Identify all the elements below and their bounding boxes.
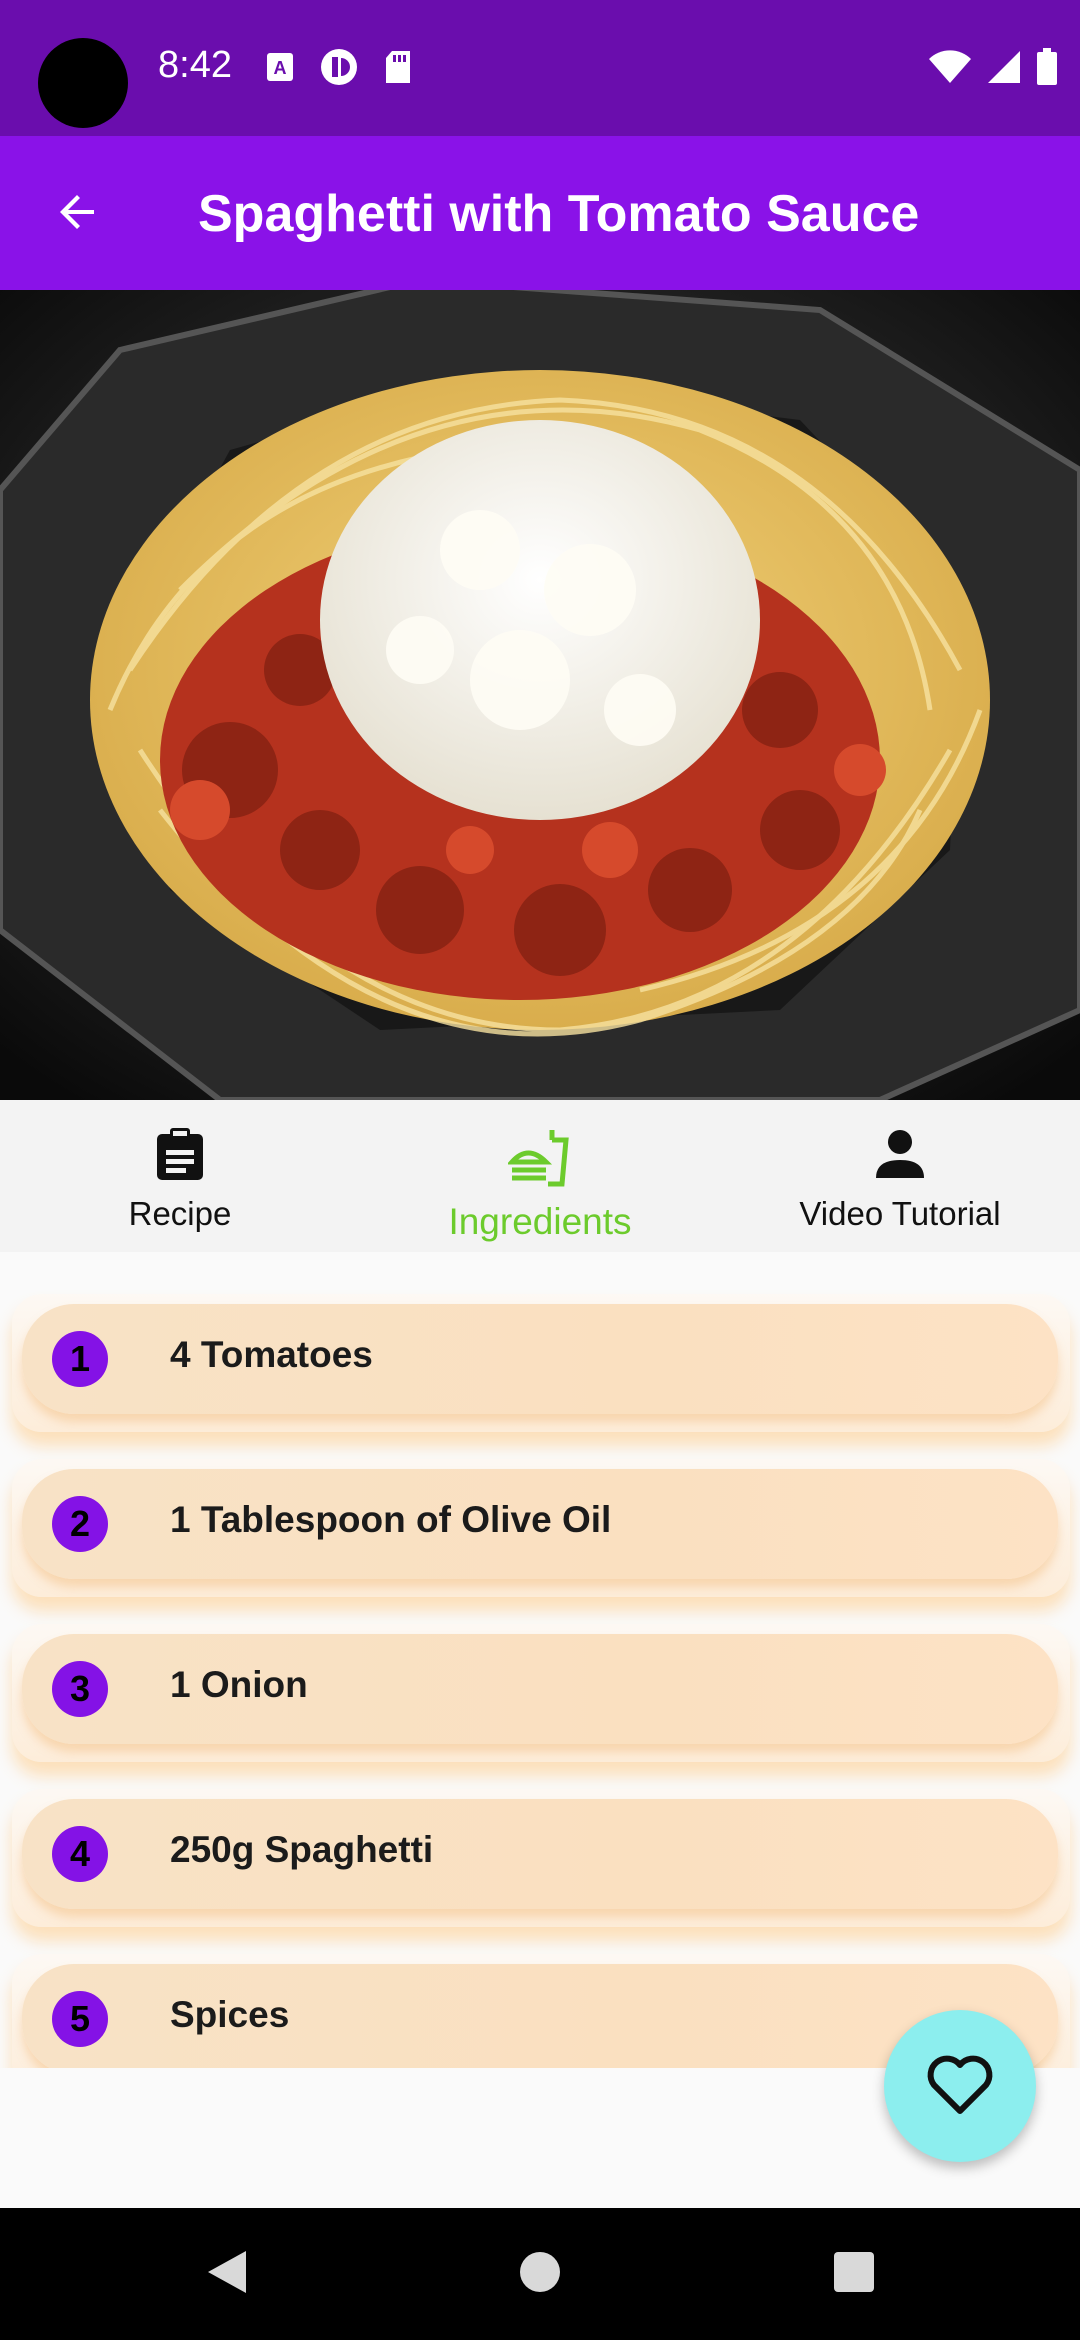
app-bar: Spaghetti with Tomato Sauce: [0, 136, 1080, 290]
fastfood-icon: [506, 1126, 572, 1193]
ingredient-text: 250g Spaghetti: [170, 1829, 434, 1870]
favorite-button[interactable]: [884, 2010, 1036, 2162]
status-time: 8:42: [158, 44, 232, 86]
ingredient-text: Spices: [170, 1994, 290, 2035]
clipboard-icon: [153, 1126, 207, 1187]
nav-back-button[interactable]: [198, 2246, 254, 2302]
status-icons-left: A: [266, 48, 412, 91]
ingredient-text: 1 Tablespoon of Olive Oil: [170, 1499, 612, 1540]
tab-bar: Recipe Ingredients Video Tutorial: [0, 1100, 1080, 1252]
tab-video-tutorial[interactable]: Video Tutorial: [720, 1100, 1080, 1252]
back-button[interactable]: [42, 178, 114, 250]
number-badge: 4: [52, 1826, 108, 1882]
battery-icon: [1036, 48, 1058, 91]
status-icons-right: [928, 48, 1058, 91]
list-item[interactable]: 3 1 Onion: [12, 1624, 1070, 1762]
signal-icon: [986, 50, 1022, 89]
tab-label: Recipe: [128, 1195, 232, 1232]
camera-cutout: [38, 38, 128, 128]
list-item[interactable]: 4 250g Spaghetti: [12, 1789, 1070, 1927]
arrow-back-icon: [54, 188, 102, 241]
nav-recents-button[interactable]: [826, 2246, 882, 2302]
number-badge: 3: [52, 1661, 108, 1717]
system-nav-bar: [0, 2208, 1080, 2340]
list-item[interactable]: 2 1 Tablespoon of Olive Oil: [12, 1459, 1070, 1597]
ingredient-card: 3 1 Onion: [22, 1634, 1058, 1744]
number-badge: 2: [52, 1496, 108, 1552]
list-item[interactable]: 1 4 Tomatoes: [12, 1294, 1070, 1432]
square-recents-icon: [832, 2250, 876, 2299]
ingredient-list: 1 4 Tomatoes 2 1 Tablespoon of Olive Oil…: [0, 1252, 1080, 2068]
circle-home-icon: [518, 2250, 562, 2299]
text-a-icon: A: [266, 52, 294, 87]
wifi-icon: [928, 50, 972, 89]
ingredient-card: 2 1 Tablespoon of Olive Oil: [22, 1469, 1058, 1579]
recipe-photo: [0, 290, 1080, 1100]
tab-ingredients[interactable]: Ingredients: [360, 1100, 720, 1252]
ingredient-card: 4 250g Spaghetti: [22, 1799, 1058, 1909]
tab-recipe[interactable]: Recipe: [0, 1100, 360, 1252]
ingredient-card: 1 4 Tomatoes: [22, 1304, 1058, 1414]
page-title: Spaghetti with Tomato Sauce: [198, 185, 920, 243]
ingredient-text: 1 Onion: [170, 1664, 308, 1705]
tab-label: Ingredients: [448, 1201, 632, 1242]
triangle-back-icon: [202, 2247, 250, 2302]
tab-label: Video Tutorial: [799, 1195, 1001, 1232]
number-badge: 5: [52, 1991, 108, 2047]
sd-card-icon: [384, 50, 412, 89]
ingredient-text: 4 Tomatoes: [170, 1334, 373, 1375]
play-protect-icon: [320, 48, 358, 91]
heart-outline-icon: [924, 2051, 996, 2122]
number-badge: 1: [52, 1331, 108, 1387]
status-bar: 8:42 A: [0, 0, 1080, 136]
person-icon: [873, 1126, 927, 1187]
svg-text:A: A: [274, 58, 287, 78]
nav-home-button[interactable]: [512, 2246, 568, 2302]
